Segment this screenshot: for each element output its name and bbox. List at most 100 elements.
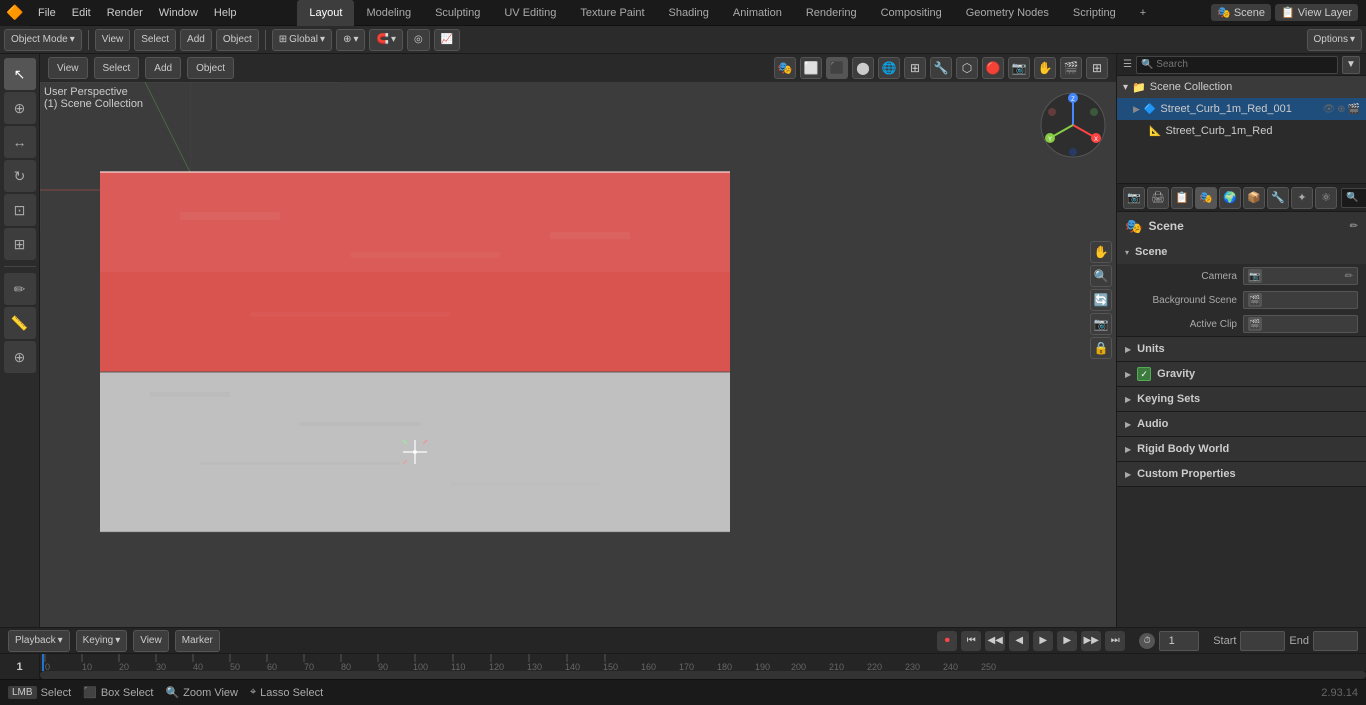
marker-menu-btn[interactable]: Marker <box>175 630 220 652</box>
viewport-canvas[interactable]: User Perspective (1) Scene Collection Z … <box>40 82 1116 627</box>
view-timeline-btn[interactable]: View <box>133 630 169 652</box>
start-frame-input[interactable]: 1 <box>1240 631 1285 651</box>
tab-scripting[interactable]: Scripting <box>1061 0 1128 26</box>
rigid-body-header[interactable]: ▶ Rigid Body World <box>1117 437 1366 461</box>
tab-uv-editing[interactable]: UV Editing <box>492 0 568 26</box>
measure-tool[interactable]: 📏 <box>4 307 36 339</box>
object-menu-btn[interactable]: Object <box>216 29 259 51</box>
item-0-cursor-btn[interactable]: ⊕ <box>1337 104 1345 115</box>
background-scene-field[interactable]: 🎬 <box>1243 291 1358 309</box>
outliner-filter-btn[interactable]: ▼ <box>1342 56 1360 74</box>
outliner-item-1[interactable]: 📐 Street_Curb_1m_Red <box>1117 120 1366 142</box>
props-physics-icon[interactable]: ⚛ <box>1315 187 1337 209</box>
navigation-gizmo[interactable]: Z X Y <box>1038 90 1108 160</box>
prev-frame-btn[interactable]: ◀ <box>1009 631 1029 651</box>
tab-layout[interactable]: Layout <box>297 0 354 26</box>
transform-tool[interactable]: ⊞ <box>4 228 36 260</box>
props-output-icon[interactable]: 🖨 <box>1147 187 1169 209</box>
tab-sculpting[interactable]: Sculpting <box>423 0 492 26</box>
proportional-editing-btn[interactable]: ◎ <box>407 29 430 51</box>
vp-grid-btn[interactable]: ⊞ <box>1086 57 1108 79</box>
gravity-section-header[interactable]: ▶ ✓ Gravity <box>1117 362 1366 386</box>
outliner-item-0[interactable]: ▶ 🔷 Street_Curb_1m_Red_001 👁 ⊕ 🎬 <box>1117 98 1366 120</box>
add-tool[interactable]: ⊕ <box>4 341 36 373</box>
item-0-eye-btn[interactable]: 👁 <box>1322 104 1335 115</box>
props-view-layer-icon[interactable]: 📋 <box>1171 187 1193 209</box>
props-scene-icon[interactable]: 🎭 <box>1195 187 1217 209</box>
custom-props-header[interactable]: ▶ Custom Properties <box>1117 462 1366 486</box>
mode-selector[interactable]: Object Mode ▾ <box>4 29 82 51</box>
select-menu-btn[interactable]: Select <box>134 29 176 51</box>
timeline-scrollbar[interactable] <box>40 671 1366 679</box>
end-frame-input[interactable]: 250 <box>1313 631 1358 651</box>
props-render-icon[interactable]: 📷 <box>1123 187 1145 209</box>
next-keyframe-btn[interactable]: ▶▶ <box>1081 631 1101 651</box>
select-tool[interactable]: ↖ <box>4 58 36 90</box>
tab-texture-paint[interactable]: Texture Paint <box>568 0 656 26</box>
cursor-tool[interactable]: ⊕ <box>4 92 36 124</box>
playback-menu-btn[interactable]: Playback ▾ <box>8 630 70 652</box>
props-object-icon[interactable]: 📦 <box>1243 187 1265 209</box>
annotate-tool[interactable]: ✏ <box>4 273 36 305</box>
menu-edit[interactable]: Edit <box>64 0 99 26</box>
tab-compositing[interactable]: Compositing <box>869 0 954 26</box>
tab-animation[interactable]: Animation <box>721 0 794 26</box>
options-btn[interactable]: Options ▾ <box>1307 29 1363 51</box>
vp-shading-render[interactable]: 🌐 <box>878 57 900 79</box>
viewport-tool-hand[interactable]: ✋ <box>1090 241 1112 263</box>
vp-overlay-btn[interactable]: ⊞ <box>904 57 926 79</box>
vp-shading-material[interactable]: ⬤ <box>852 57 874 79</box>
transform-orientation-selector[interactable]: ⊞ Global ▾ <box>272 29 332 51</box>
vp-gizmo-btn[interactable]: 🔧 <box>930 57 952 79</box>
tab-shading[interactable]: Shading <box>657 0 721 26</box>
camera-field[interactable]: 📷 ✏ <box>1243 267 1358 285</box>
jump-start-btn[interactable]: ⏮ <box>961 631 981 651</box>
vp-mode-icon[interactable]: 🎭 <box>774 57 796 79</box>
outliner-search-input[interactable] <box>1136 56 1338 74</box>
menu-file[interactable]: File <box>30 0 64 26</box>
timeline-scrollbar-thumb[interactable] <box>40 671 1366 679</box>
vp-object-menu[interactable]: Object <box>187 57 234 79</box>
vp-snap-btn[interactable]: 🔴 <box>982 57 1004 79</box>
menu-window[interactable]: Window <box>151 0 206 26</box>
tab-rendering[interactable]: Rendering <box>794 0 869 26</box>
jump-end-btn[interactable]: ⏭ <box>1105 631 1125 651</box>
menu-help[interactable]: Help <box>206 0 245 26</box>
vp-view-menu[interactable]: View <box>48 57 88 79</box>
props-search-input[interactable] <box>1341 188 1366 208</box>
proportional-falloff-btn[interactable]: 📈 <box>434 29 460 51</box>
units-section-header[interactable]: ▶ Units <box>1117 337 1366 361</box>
next-frame-btn[interactable]: ▶ <box>1057 631 1077 651</box>
current-frame-input[interactable]: 1 <box>1159 631 1199 651</box>
tab-geometry-nodes[interactable]: Geometry Nodes <box>954 0 1061 26</box>
scene-section-header[interactable]: ▾ Scene <box>1117 240 1366 264</box>
gravity-checkbox[interactable]: ✓ <box>1137 367 1151 381</box>
props-particles-icon[interactable]: ✦ <box>1291 187 1313 209</box>
keying-sets-header[interactable]: ▶ Keying Sets <box>1117 387 1366 411</box>
scene-collection-item[interactable]: ▾ 📁 Scene Collection <box>1117 76 1366 98</box>
prev-keyframe-btn[interactable]: ◀◀ <box>985 631 1005 651</box>
audio-section-header[interactable]: ▶ Audio <box>1117 412 1366 436</box>
viewport-3d[interactable]: View Select Add Object 🎭 ⬜ ⬛ ⬤ 🌐 ⊞ 🔧 ⬡ 🔴… <box>40 54 1116 627</box>
camera-edit-icon[interactable]: ✏ <box>1345 271 1353 282</box>
item-0-render-btn[interactable]: 🎬 <box>1348 104 1360 115</box>
pivot-point-selector[interactable]: ⊕ ▾ <box>336 29 365 51</box>
record-btn[interactable]: ⏺ <box>937 631 957 651</box>
add-menu-btn[interactable]: Add <box>180 29 212 51</box>
snap-selector[interactable]: 🧲 ▾ <box>369 29 402 51</box>
props-world-icon[interactable]: 🌍 <box>1219 187 1241 209</box>
scale-tool[interactable]: ⊡ <box>4 194 36 226</box>
view-menu-btn[interactable]: View <box>95 29 131 51</box>
vp-film-btn[interactable]: 🎬 <box>1060 57 1082 79</box>
timeline-body[interactable]: 1 0 10 20 30 40 50 <box>0 654 1366 679</box>
props-modifier-icon[interactable]: 🔧 <box>1267 187 1289 209</box>
viewport-tool-lock[interactable]: 🔒 <box>1090 337 1112 359</box>
vp-add-menu[interactable]: Add <box>145 57 181 79</box>
move-tool[interactable]: ↔ <box>4 126 36 158</box>
viewport-tool-zoom[interactable]: 🔍 <box>1090 265 1112 287</box>
tab-modeling[interactable]: Modeling <box>354 0 423 26</box>
vp-shading-solid[interactable]: ⬛ <box>826 57 848 79</box>
scene-edit-btn[interactable]: ✏ <box>1350 221 1358 232</box>
vp-xray-btn[interactable]: ⬡ <box>956 57 978 79</box>
vp-hand-btn[interactable]: ✋ <box>1034 57 1056 79</box>
